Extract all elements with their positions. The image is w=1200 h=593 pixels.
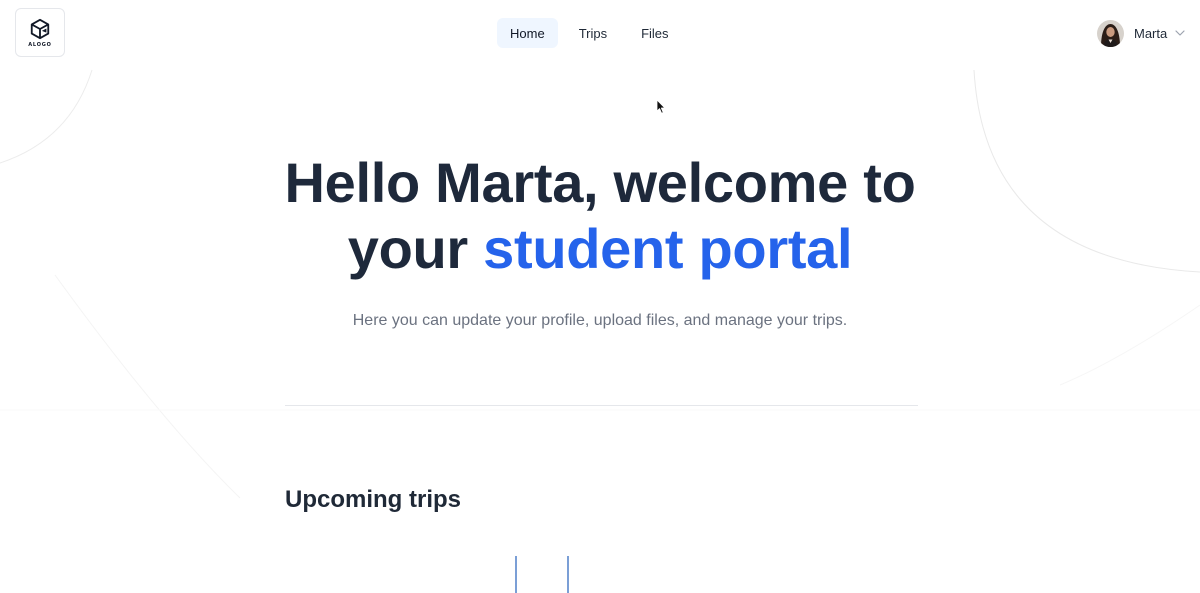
hero-section: Hello Marta, welcome to your student por…: [200, 150, 1000, 332]
nav-item-trips[interactable]: Trips: [566, 18, 620, 48]
user-name: Marta: [1134, 25, 1168, 41]
trip-card-edge-right: [567, 556, 569, 593]
chevron-down-icon[interactable]: [1175, 30, 1185, 36]
hero-subtitle: Here you can update your profile, upload…: [352, 312, 848, 329]
nav-item-files[interactable]: Files: [628, 18, 681, 48]
nav-item-home[interactable]: Home: [497, 18, 558, 48]
hero-title: Hello Marta, welcome to your student por…: [200, 150, 1000, 282]
section-divider: [285, 405, 918, 406]
cube-logo-icon: [30, 18, 50, 39]
hero-title-accent: student portal: [483, 217, 853, 280]
logo-text: ALOGO: [28, 41, 52, 48]
avatar[interactable]: [1097, 19, 1124, 47]
mouse-cursor-icon: [656, 99, 666, 114]
hero-title-line1: Hello Marta, welcome to: [284, 151, 916, 214]
main-nav: Home Trips Files: [497, 18, 682, 48]
hero-title-line2-plain: your: [347, 217, 468, 280]
trip-card-edge-left: [515, 556, 517, 593]
logo[interactable]: ALOGO: [15, 8, 65, 57]
upcoming-trips-title: Upcoming trips: [285, 486, 462, 513]
user-menu[interactable]: Marta: [1097, 19, 1185, 47]
